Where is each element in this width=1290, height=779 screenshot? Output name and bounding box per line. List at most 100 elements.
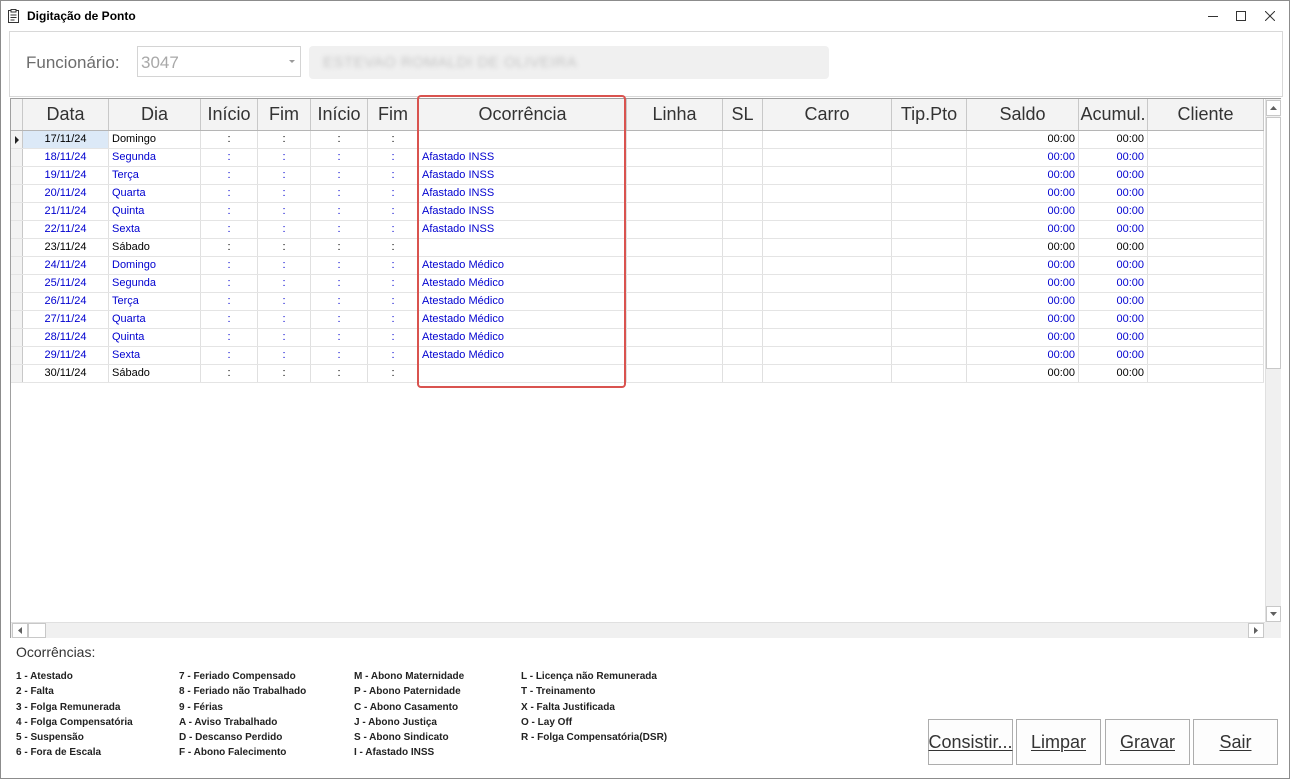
cell-data[interactable]: 30/11/24: [23, 365, 109, 382]
cell-inicio2[interactable]: :: [311, 221, 368, 238]
cell-cliente[interactable]: [1148, 167, 1264, 184]
row-indicator[interactable]: [11, 347, 23, 364]
cell-saldo[interactable]: 00:00: [967, 131, 1079, 148]
cell-data[interactable]: 20/11/24: [23, 185, 109, 202]
cell-fim1[interactable]: :: [258, 329, 311, 346]
cell-data[interactable]: 17/11/24: [23, 131, 109, 148]
cell-dia[interactable]: Segunda: [109, 275, 201, 292]
cell-inicio1[interactable]: :: [201, 275, 258, 292]
cell-sl[interactable]: [723, 293, 763, 310]
cell-dia[interactable]: Sexta: [109, 347, 201, 364]
cell-carro[interactable]: [763, 131, 892, 148]
cell-data[interactable]: 24/11/24: [23, 257, 109, 274]
cell-inicio2[interactable]: :: [311, 257, 368, 274]
cell-sl[interactable]: [723, 149, 763, 166]
table-row[interactable]: 21/11/24 Quinta:::: Afastado INSS 00:00 00:0…: [11, 203, 1264, 221]
row-indicator[interactable]: [11, 149, 23, 166]
cell-data[interactable]: 25/11/24: [23, 275, 109, 292]
cell-dia[interactable]: Sábado: [109, 365, 201, 382]
scroll-right-icon[interactable]: [1248, 623, 1264, 638]
row-indicator[interactable]: [11, 239, 23, 256]
cell-data[interactable]: 28/11/24: [23, 329, 109, 346]
cell-inicio2[interactable]: :: [311, 311, 368, 328]
column-header-fim1[interactable]: Fim: [258, 99, 311, 130]
cell-data[interactable]: 26/11/24: [23, 293, 109, 310]
table-row[interactable]: 19/11/24 Terça:::: Afastado INSS 00:00 00:00: [11, 167, 1264, 185]
cell-fim2[interactable]: :: [368, 185, 419, 202]
table-row[interactable]: 30/11/24 Sábado:::: 00:00 00:00: [11, 365, 1264, 383]
cell-fim1[interactable]: :: [258, 311, 311, 328]
cell-linha[interactable]: [627, 221, 723, 238]
cell-carro[interactable]: [763, 329, 892, 346]
cell-ocorrencia[interactable]: Atestado Médico: [419, 275, 627, 292]
close-button[interactable]: [1255, 1, 1285, 31]
cell-linha[interactable]: [627, 365, 723, 382]
cell-carro[interactable]: [763, 293, 892, 310]
cell-acumul[interactable]: 00:00: [1079, 221, 1148, 238]
row-indicator[interactable]: [11, 311, 23, 328]
cell-acumul[interactable]: 00:00: [1079, 257, 1148, 274]
cell-tippto[interactable]: [892, 257, 967, 274]
cell-fim2[interactable]: :: [368, 293, 419, 310]
cell-ocorrencia[interactable]: Afastado INSS: [419, 185, 627, 202]
cell-fim2[interactable]: :: [368, 275, 419, 292]
cell-saldo[interactable]: 00:00: [967, 185, 1079, 202]
table-row[interactable]: 25/11/24 Segunda:::: Atestado Médico 00:00 0…: [11, 275, 1264, 293]
cell-carro[interactable]: [763, 311, 892, 328]
cell-inicio1[interactable]: :: [201, 221, 258, 238]
cell-inicio1[interactable]: :: [201, 185, 258, 202]
cell-fim1[interactable]: :: [258, 365, 311, 382]
cell-linha[interactable]: [627, 257, 723, 274]
cell-dia[interactable]: Domingo: [109, 257, 201, 274]
cell-tippto[interactable]: [892, 185, 967, 202]
cell-tippto[interactable]: [892, 329, 967, 346]
cell-fim2[interactable]: :: [368, 239, 419, 256]
cell-cliente[interactable]: [1148, 257, 1264, 274]
cell-tippto[interactable]: [892, 347, 967, 364]
cell-fim1[interactable]: :: [258, 347, 311, 364]
column-header-inicio1[interactable]: Início: [201, 99, 258, 130]
cell-carro[interactable]: [763, 365, 892, 382]
cell-cliente[interactable]: [1148, 203, 1264, 220]
cell-ocorrencia[interactable]: Afastado INSS: [419, 203, 627, 220]
funcionario-combo[interactable]: 3047: [137, 46, 301, 77]
column-header-ocorrencia[interactable]: Ocorrência: [419, 99, 627, 130]
cell-linha[interactable]: [627, 275, 723, 292]
cell-acumul[interactable]: 00:00: [1079, 365, 1148, 382]
cell-tippto[interactable]: [892, 149, 967, 166]
cell-carro[interactable]: [763, 167, 892, 184]
horizontal-scrollbar[interactable]: [11, 622, 1265, 638]
column-header-tippto[interactable]: Tip.Pto: [892, 99, 967, 130]
cell-saldo[interactable]: 00:00: [967, 275, 1079, 292]
cell-cliente[interactable]: [1148, 131, 1264, 148]
table-row[interactable]: 28/11/24 Quinta:::: Atestado Médico 00:00 00…: [11, 329, 1264, 347]
cell-fim1[interactable]: :: [258, 185, 311, 202]
column-header-fim2[interactable]: Fim: [368, 99, 419, 130]
cell-inicio2[interactable]: :: [311, 365, 368, 382]
cell-linha[interactable]: [627, 203, 723, 220]
table-row[interactable]: 24/11/24 Domingo:::: Atestado Médico 00:00 0…: [11, 257, 1264, 275]
column-header-carro[interactable]: Carro: [763, 99, 892, 130]
cell-sl[interactable]: [723, 167, 763, 184]
horizontal-scroll-thumb[interactable]: [28, 623, 46, 638]
cell-sl[interactable]: [723, 239, 763, 256]
cell-acumul[interactable]: 00:00: [1079, 131, 1148, 148]
cell-cliente[interactable]: [1148, 185, 1264, 202]
cell-fim2[interactable]: :: [368, 329, 419, 346]
cell-tippto[interactable]: [892, 239, 967, 256]
cell-fim2[interactable]: :: [368, 311, 419, 328]
cell-carro[interactable]: [763, 221, 892, 238]
cell-acumul[interactable]: 00:00: [1079, 293, 1148, 310]
cell-ocorrencia[interactable]: Afastado INSS: [419, 167, 627, 184]
row-indicator[interactable]: [11, 221, 23, 238]
cell-dia[interactable]: Quinta: [109, 329, 201, 346]
cell-cliente[interactable]: [1148, 311, 1264, 328]
cell-saldo[interactable]: 00:00: [967, 167, 1079, 184]
cell-data[interactable]: 21/11/24: [23, 203, 109, 220]
cell-fim1[interactable]: :: [258, 239, 311, 256]
row-indicator[interactable]: [11, 293, 23, 310]
cell-cliente[interactable]: [1148, 347, 1264, 364]
table-row[interactable]: 27/11/24 Quarta:::: Atestado Médico 00:00 00…: [11, 311, 1264, 329]
cell-sl[interactable]: [723, 311, 763, 328]
cell-ocorrencia[interactable]: Atestado Médico: [419, 257, 627, 274]
